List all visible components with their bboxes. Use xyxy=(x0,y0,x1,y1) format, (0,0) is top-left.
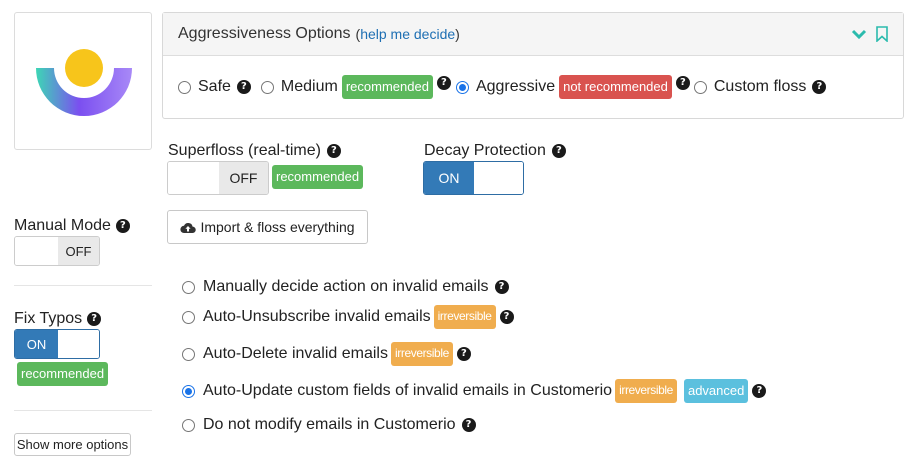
custom-floss-label: Custom floss xyxy=(713,78,807,95)
option-medium[interactable]: Medium recommended ? xyxy=(260,75,451,99)
app-logo-box xyxy=(14,12,152,150)
manual-mode-toggle[interactable]: OFF xyxy=(14,236,100,266)
left-divider xyxy=(14,410,152,411)
safe-radio[interactable] xyxy=(178,80,191,94)
help-icon[interactable]: ? xyxy=(115,219,130,233)
irreversible-badge: irreversible xyxy=(433,305,496,329)
aggressiveness-options: Safe ? Medium recommended ? Aggressive n… xyxy=(163,56,903,118)
invalid-option-unsubscribe[interactable]: Auto-Unsubscribe invalid emails irrevers… xyxy=(182,305,514,329)
show-more-label: Show more options xyxy=(16,437,129,452)
aggressive-radio[interactable] xyxy=(455,80,469,94)
help-me-decide-link[interactable]: help me decide xyxy=(360,26,455,42)
superfloss-recommended-badge: recommended xyxy=(272,165,364,189)
option-custom-floss[interactable]: Custom floss ? xyxy=(693,78,827,96)
toggle-handle xyxy=(168,162,219,194)
manual-decide-radio[interactable] xyxy=(182,280,195,294)
help-icon[interactable]: ? xyxy=(436,76,451,90)
option-aggressive[interactable]: Aggressive not recommended ? xyxy=(455,75,690,99)
help-icon[interactable]: ? xyxy=(326,144,341,158)
custom-floss-radio[interactable] xyxy=(693,80,707,94)
do-not-modify-radio[interactable] xyxy=(182,418,195,432)
aggressiveness-panel-header: Aggressiveness Options ( help me decide … xyxy=(163,13,903,56)
help-icon[interactable]: ? xyxy=(461,418,476,432)
auto-update-label: Auto-Update custom fields of invalid ema… xyxy=(203,382,613,399)
auto-delete-radio[interactable] xyxy=(182,347,195,361)
help-icon[interactable]: ? xyxy=(551,144,566,158)
help-icon[interactable]: ? xyxy=(87,312,102,326)
irreversible-badge: irreversible xyxy=(390,342,453,366)
app-logo-icon xyxy=(36,49,132,116)
fix-typos-recommended-badge: recommended xyxy=(17,362,109,386)
bookmark-icon[interactable] xyxy=(875,26,889,42)
show-more-options-button[interactable]: Show more options xyxy=(14,433,131,456)
help-icon[interactable]: ? xyxy=(236,80,251,94)
manual-mode-label-row: Manual Mode ? xyxy=(14,217,130,235)
medium-radio[interactable] xyxy=(260,80,274,94)
cloud-upload-icon xyxy=(180,222,197,233)
superfloss-label-row: Superfloss (real-time) ? xyxy=(168,142,341,160)
invalid-option-manual[interactable]: Manually decide action on invalid emails… xyxy=(182,278,509,296)
decay-protection-label: Decay Protection xyxy=(424,142,546,159)
fix-typos-toggle[interactable]: ON xyxy=(14,329,100,359)
not-recommended-badge: not recommended xyxy=(559,75,672,99)
manual-mode-state: OFF xyxy=(57,237,99,265)
left-divider xyxy=(14,285,152,286)
help-icon[interactable]: ? xyxy=(456,347,471,361)
decay-protection-toggle[interactable]: ON xyxy=(423,161,524,195)
invalid-option-none[interactable]: Do not modify emails in Customerio ? xyxy=(182,416,476,434)
help-icon[interactable]: ? xyxy=(499,310,514,324)
auto-unsubscribe-label: Auto-Unsubscribe invalid emails xyxy=(203,308,431,325)
medium-label: Medium xyxy=(280,78,338,95)
fix-typos-label: Fix Typos xyxy=(14,310,83,327)
invalid-option-delete[interactable]: Auto-Delete invalid emails irreversible … xyxy=(182,342,471,366)
option-safe[interactable]: Safe ? xyxy=(178,78,251,96)
auto-unsubscribe-radio[interactable] xyxy=(182,310,195,324)
import-floss-label: Import & floss everything xyxy=(200,219,355,235)
decay-state: ON xyxy=(424,162,474,194)
aggressiveness-title: Aggressiveness Options xyxy=(178,25,351,42)
fix-typos-state: ON xyxy=(15,330,58,358)
auto-delete-label: Auto-Delete invalid emails xyxy=(203,345,388,362)
chevron-down-icon[interactable] xyxy=(851,26,867,42)
toggle-handle xyxy=(57,330,99,358)
superfloss-state: OFF xyxy=(218,162,268,194)
aggressiveness-panel: Aggressiveness Options ( help me decide … xyxy=(162,12,904,119)
import-floss-button[interactable]: Import & floss everything xyxy=(167,210,368,244)
help-icon[interactable]: ? xyxy=(812,80,827,94)
invalid-option-update[interactable]: Auto-Update custom fields of invalid ema… xyxy=(182,379,767,403)
superfloss-label: Superfloss (real-time) xyxy=(168,142,321,159)
toggle-handle xyxy=(15,237,58,265)
aggressive-label: Aggressive xyxy=(475,78,556,95)
help-icon[interactable]: ? xyxy=(494,280,509,294)
manual-mode-label: Manual Mode xyxy=(14,217,111,234)
irreversible-badge: irreversible xyxy=(615,379,677,403)
do-not-modify-label: Do not modify emails in Customerio xyxy=(203,416,456,433)
toggle-handle xyxy=(473,162,523,194)
advanced-badge: advanced xyxy=(683,379,749,403)
paren-close: ) xyxy=(455,26,460,42)
auto-update-radio[interactable] xyxy=(182,384,195,398)
recommended-badge: recommended xyxy=(341,75,433,99)
manual-decide-label: Manually decide action on invalid emails xyxy=(203,278,489,295)
help-icon[interactable]: ? xyxy=(752,384,767,398)
fix-typos-label-row: Fix Typos ? xyxy=(14,310,102,328)
decay-label-row: Decay Protection ? xyxy=(424,142,566,160)
superfloss-toggle[interactable]: OFF xyxy=(167,161,269,195)
help-icon[interactable]: ? xyxy=(675,76,690,90)
safe-label: Safe xyxy=(198,78,231,95)
